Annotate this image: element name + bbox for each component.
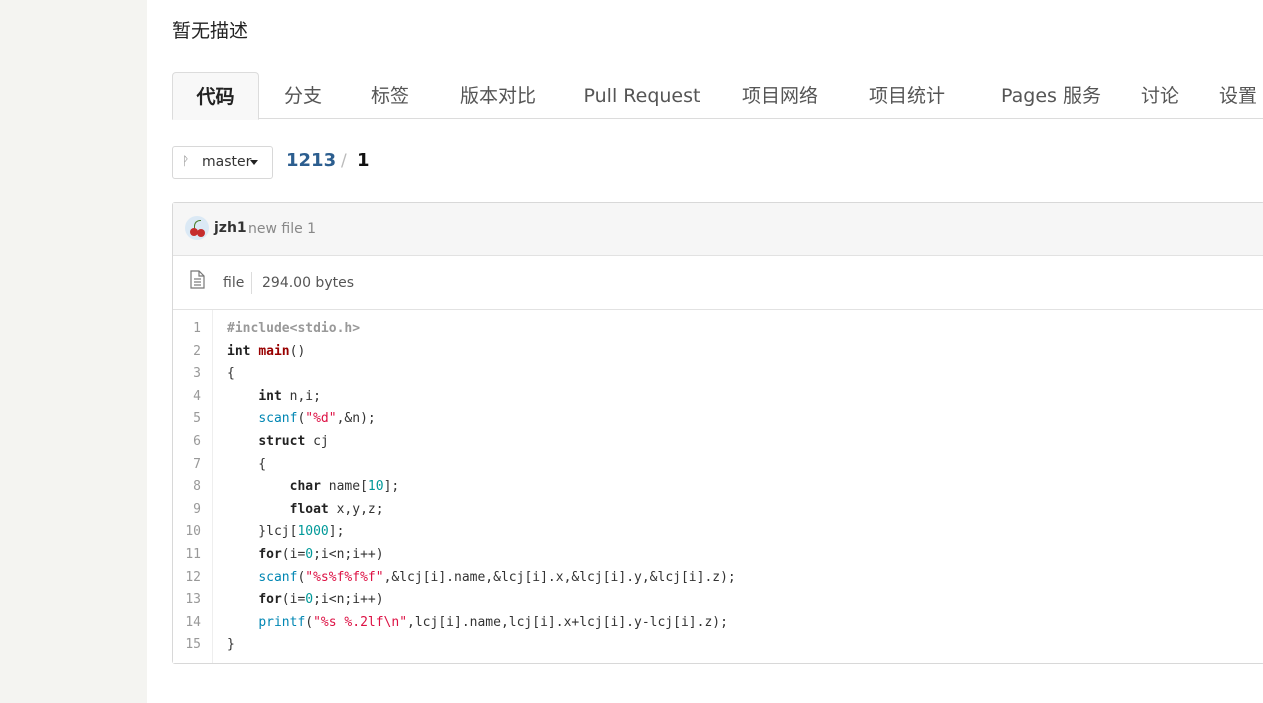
cherry-right — [197, 229, 205, 237]
code-line: for(i=0;i<n;i++) — [258, 547, 384, 562]
tab-branches[interactable]: 分支 — [270, 72, 336, 118]
tab-pages[interactable]: Pages 服务 — [987, 72, 1115, 118]
code-line: { — [227, 456, 267, 472]
code-line: printf("%s %.2lf\n",lcj[i].name,lcj[i].x… — [258, 614, 728, 630]
left-gutter — [0, 0, 147, 703]
divider — [251, 272, 252, 294]
breadcrumb-repo-link[interactable]: 1213 — [286, 150, 336, 171]
code-line: char name[10]; — [289, 479, 400, 495]
line-number: 8 — [193, 479, 201, 495]
file-icon — [190, 270, 205, 289]
code-line: scanf("%s%f%f%f",&lcj[i].name,&lcj[i].x,… — [258, 569, 736, 585]
line-number: 1 — [193, 321, 201, 336]
line-number: 7 — [193, 456, 201, 472]
repo-description: 暂无描述 — [172, 20, 249, 42]
code-line: }lcj[1000]; — [227, 524, 345, 540]
tab-discussion[interactable]: 讨论 — [1131, 72, 1189, 118]
file-size: 294.00 bytes — [262, 275, 355, 291]
tab-compare[interactable]: 版本对比 — [446, 72, 550, 118]
line-number: 2 — [193, 343, 201, 359]
line-number: 3 — [193, 366, 201, 382]
line-number: 11 — [185, 547, 201, 562]
line-number: 6 — [193, 434, 201, 449]
avatar[interactable] — [185, 216, 209, 240]
file-viewer: jzh1 new file 1 file 294.00 bytes 123456… — [172, 202, 1263, 664]
code-line: for(i=0;i<n;i++) — [258, 592, 384, 608]
repo-tabs: 代码 分支 标签 版本对比 Pull Request 项目网络 项目统计 Pag… — [172, 72, 1263, 120]
breadcrumb-separator: / — [341, 151, 347, 171]
line-number: 14 — [185, 614, 201, 630]
tab-tags[interactable]: 标签 — [357, 72, 423, 118]
tab-settings[interactable]: 设置 — [1219, 72, 1263, 118]
tab-pull-request[interactable]: Pull Request — [576, 72, 708, 118]
line-number: 4 — [193, 388, 201, 404]
branch-selector[interactable]: ᚹ master — [172, 146, 273, 179]
commit-bar: jzh1 new file 1 — [173, 203, 1263, 256]
code-line: int n,i; — [258, 388, 321, 404]
code-line: scanf("%d",&n); — [258, 411, 376, 427]
commit-message-link[interactable]: new file 1 — [248, 221, 316, 237]
line-number: 13 — [185, 592, 201, 608]
line-number: 10 — [185, 524, 201, 540]
code-line: #include<stdio.h> — [227, 321, 361, 336]
tab-statistics[interactable]: 项目统计 — [855, 72, 959, 118]
tab-network[interactable]: 项目网络 — [728, 72, 832, 118]
file-info-bar: file 294.00 bytes — [173, 256, 1263, 310]
code-line: struct cj — [258, 434, 329, 449]
chevron-down-icon — [250, 160, 258, 165]
breadcrumb-file: 1 — [357, 150, 370, 171]
code-line: float x,y,z; — [289, 501, 384, 517]
tab-code[interactable]: 代码 — [172, 72, 259, 120]
branch-icon: ᚹ — [182, 154, 190, 168]
line-numbers: 1 2 3 4 5 6 7 8 9 10 11 12 13 14 15 — [173, 310, 213, 663]
branch-label: master — [202, 154, 252, 170]
code-line: int main() — [227, 343, 306, 359]
code-line: { — [227, 366, 235, 382]
line-number: 15 — [185, 637, 201, 653]
code-area[interactable]: 1 2 3 4 5 6 7 8 9 10 11 12 13 14 15 #include<stdio.h> i… — [173, 310, 1263, 663]
main-content: 暂无描述 代码 分支 标签 版本对比 Pull Request 项目网络 项目统… — [147, 0, 1263, 703]
code-line: } — [227, 637, 235, 653]
line-number: 5 — [193, 411, 201, 427]
commit-author-link[interactable]: jzh1 — [214, 220, 247, 236]
line-number: 12 — [185, 569, 201, 585]
file-type: file — [223, 275, 245, 291]
line-number: 9 — [193, 501, 201, 517]
